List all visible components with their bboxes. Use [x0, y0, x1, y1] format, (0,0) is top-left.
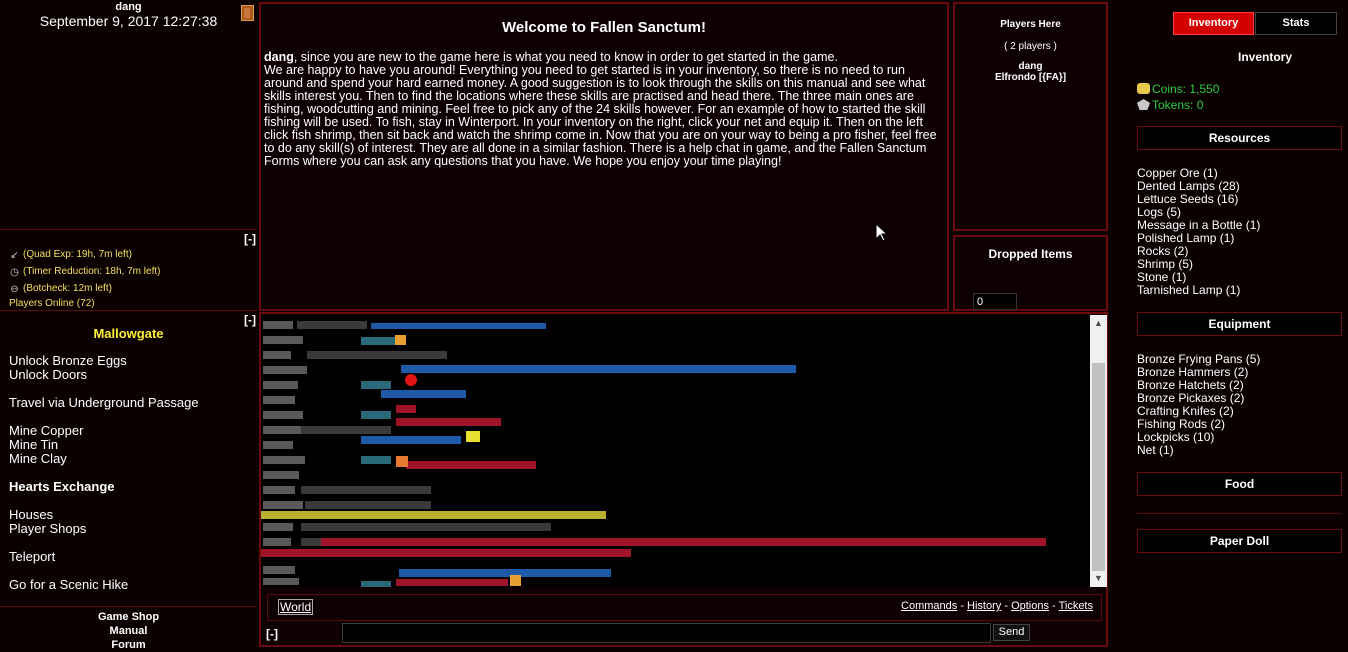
players-online[interactable]: Players Online (72) — [9, 298, 95, 309]
welcome-username: dang — [264, 50, 294, 64]
action-teleport[interactable]: Teleport — [9, 549, 55, 564]
chat-scroll-thumb[interactable] — [1092, 363, 1105, 571]
inventory-sidebar: Inventory Stats Inventory Coins: 1,550 T… — [1110, 0, 1348, 647]
food-header[interactable]: Food — [1137, 472, 1342, 496]
boost-timer-reduction: ◷ (Timer Reduction: 18h, 7m left) — [10, 266, 161, 278]
link-game-shop[interactable]: Game Shop — [0, 610, 257, 624]
chat-log[interactable] — [261, 315, 1090, 587]
location-panel: [-] Mallowgate Unlock Bronze Eggs Unlock… — [0, 311, 257, 607]
coins-icon — [1137, 83, 1150, 94]
location-title: Mallowgate — [93, 326, 164, 341]
link-tickets[interactable]: Tickets — [1059, 600, 1093, 612]
server-datetime: September 9, 2017 12:27:38 — [39, 13, 218, 29]
link-history[interactable]: History — [967, 600, 1001, 612]
players-here-count: ( 2 players ) — [1004, 41, 1057, 52]
action-travel-underground[interactable]: Travel via Underground Passage — [9, 395, 199, 410]
send-button[interactable]: Send — [993, 624, 1030, 641]
welcome-body: We are happy to have you around! Everyth… — [264, 63, 937, 168]
link-forum[interactable]: Forum — [0, 638, 257, 652]
chat-input[interactable] — [342, 623, 991, 643]
inventory-title: Inventory — [1238, 50, 1293, 64]
tokens-display: Tokens: 0 — [1137, 98, 1203, 112]
action-unlock-bronze-eggs[interactable]: Unlock Bronze Eggs — [9, 353, 127, 368]
dropped-items-title: Dropped Items — [988, 247, 1073, 261]
chat-scrollbar[interactable]: ▲ ▼ — [1090, 315, 1107, 587]
welcome-panel: Welcome to Fallen Sanctum! dang, since y… — [259, 2, 949, 311]
mouse-cursor-icon — [875, 223, 889, 242]
players-here-panel: Players Here ( 2 players ) dang Elfrondo… — [953, 2, 1108, 231]
action-hearts-exchange[interactable]: Hearts Exchange — [9, 479, 115, 494]
welcome-text: dang, since you are new to the game here… — [264, 51, 944, 168]
tab-stats[interactable]: Stats — [1255, 12, 1337, 35]
coins-display: Coins: 1,550 — [1137, 82, 1219, 96]
divider — [1137, 513, 1342, 514]
resource-item[interactable]: Tarnished Lamp (1) — [1137, 284, 1240, 297]
welcome-intro: , since you are new to the game here is … — [293, 50, 838, 64]
action-houses[interactable]: Houses — [9, 507, 53, 522]
chat-links: Commands - History - Options - Tickets — [901, 600, 1093, 612]
token-icon — [1137, 99, 1150, 110]
action-unlock-doors[interactable]: Unlock Doors — [9, 367, 87, 382]
dropped-items-count: 0 — [973, 293, 1017, 310]
arrow-icon: ↙ — [10, 250, 19, 261]
chat-messages-blurred — [261, 321, 1046, 587]
footer-links: Game Shop Manual Forum — [0, 606, 257, 651]
player-name[interactable]: dang — [955, 61, 1106, 72]
link-commands[interactable]: Commands — [901, 600, 957, 612]
link-manual[interactable]: Manual — [0, 624, 257, 638]
chat-toolbar: World Commands - History - Options - Tic… — [267, 594, 1102, 621]
dropped-items-panel: Dropped Items 0 — [953, 235, 1108, 311]
resources-header[interactable]: Resources — [1137, 126, 1342, 150]
player-name[interactable]: Elfrondo [{FA}] — [955, 72, 1106, 83]
paper-doll-header[interactable]: Paper Doll — [1137, 529, 1342, 553]
boost-quad-exp: ↙ (Quad Exp: 19h, 7m left) — [10, 249, 132, 261]
channel-world-tab[interactable]: World — [278, 599, 314, 615]
clock-icon: ◷ — [10, 267, 19, 278]
user-name: dang — [115, 1, 142, 13]
scroll-up-arrow-icon[interactable]: ▲ — [1090, 318, 1107, 328]
link-options[interactable]: Options — [1011, 600, 1049, 612]
no-entry-icon: ⊖ — [10, 284, 19, 295]
boost-botcheck: ⊖ (Botcheck: 12m left) — [10, 283, 112, 295]
location-collapse-button[interactable]: [-] — [244, 313, 256, 327]
boost-collapse-button[interactable]: [-] — [244, 232, 256, 246]
equipment-item[interactable]: Net (1) — [1137, 444, 1174, 457]
action-scenic-hike[interactable]: Go for a Scenic Hike — [9, 577, 128, 592]
players-here-title: Players Here — [1000, 19, 1061, 30]
scroll-down-arrow-icon[interactable]: ▼ — [1090, 573, 1107, 583]
chat-collapse-button[interactable]: [-] — [266, 627, 278, 641]
equipment-header[interactable]: Equipment — [1137, 312, 1342, 336]
book-icon[interactable] — [241, 5, 254, 21]
user-box: dang September 9, 2017 12:27:38 — [0, 0, 257, 229]
action-mine-clay[interactable]: Mine Clay — [9, 451, 67, 466]
boost-panel: [-] ↙ (Quad Exp: 19h, 7m left) ◷ (Timer Re… — [0, 229, 257, 311]
chat-panel: ▲ ▼ World Commands - History - Options -… — [259, 312, 1108, 647]
action-mine-tin[interactable]: Mine Tin — [9, 437, 58, 452]
action-mine-copper[interactable]: Mine Copper — [9, 423, 83, 438]
welcome-title: Welcome to Fallen Sanctum! — [502, 19, 706, 36]
tab-inventory[interactable]: Inventory — [1173, 12, 1254, 35]
action-player-shops[interactable]: Player Shops — [9, 521, 86, 536]
